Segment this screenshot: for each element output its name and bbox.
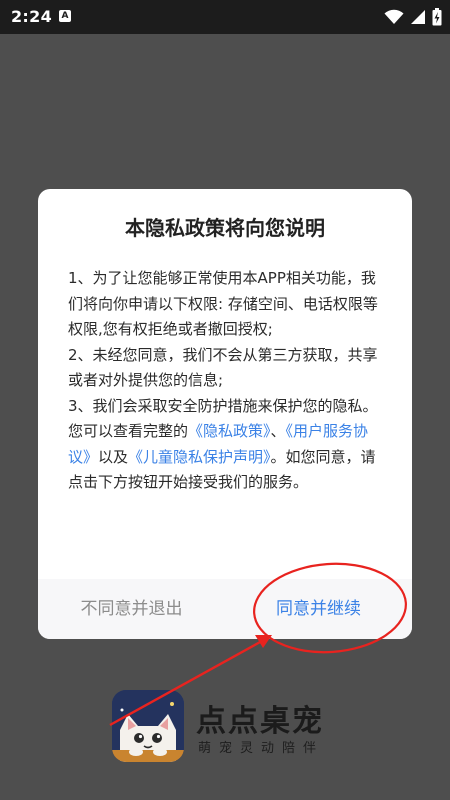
wifi-icon — [384, 9, 404, 24]
separator-text: 以及 — [98, 447, 129, 466]
separator-text: 、 — [270, 422, 286, 440]
privacy-dialog: 本隐私政策将向您说明 1、为了让您能够正常使用本APP相关功能，我们将向你申请以… — [38, 189, 412, 639]
dialog-body: 1、为了让您能够正常使用本APP相关功能，我们将向你申请以下权限: 存储空间、电… — [68, 266, 384, 496]
dialog-title: 本隐私政策将向您说明 — [125, 216, 325, 240]
privacy-policy-link[interactable]: 《隐私政策》 — [188, 422, 271, 440]
battery-icon — [432, 8, 442, 26]
child-privacy-link[interactable]: 《儿童隐私保护声明》 — [128, 448, 271, 466]
app-logo-icon — [112, 690, 184, 762]
status-bar: 2:24 A — [0, 0, 450, 34]
privacy-paragraph-3: 3、我们会采取安全防护措施来保护您的隐私。 您可以查看完整的《隐私政策》、《用户… — [68, 394, 384, 496]
accept-continue-button[interactable]: 同意并继续 — [225, 579, 412, 639]
notification-badge-icon: A — [59, 10, 71, 22]
app-slogan: 萌宠灵动陪伴 — [198, 741, 325, 756]
dialog-footer: 不同意并退出 同意并继续 — [38, 579, 412, 639]
status-icons — [384, 8, 442, 26]
decline-exit-button[interactable]: 不同意并退出 — [38, 579, 225, 639]
status-time: 2:24 — [11, 7, 52, 26]
privacy-paragraph-2: 2、未经您同意，我们不会从第三方获取，共享或者对外提供您的信息; — [68, 345, 378, 390]
signal-icon — [411, 10, 425, 24]
app-brand: 点点桌宠 萌宠灵动陪伴 — [112, 690, 352, 765]
app-name: 点点桌宠 — [196, 704, 324, 739]
privacy-paragraph-1: 1、为了让您能够正常使用本APP相关功能，我们将向你申请以下权限: 存储空间、电… — [68, 269, 378, 338]
